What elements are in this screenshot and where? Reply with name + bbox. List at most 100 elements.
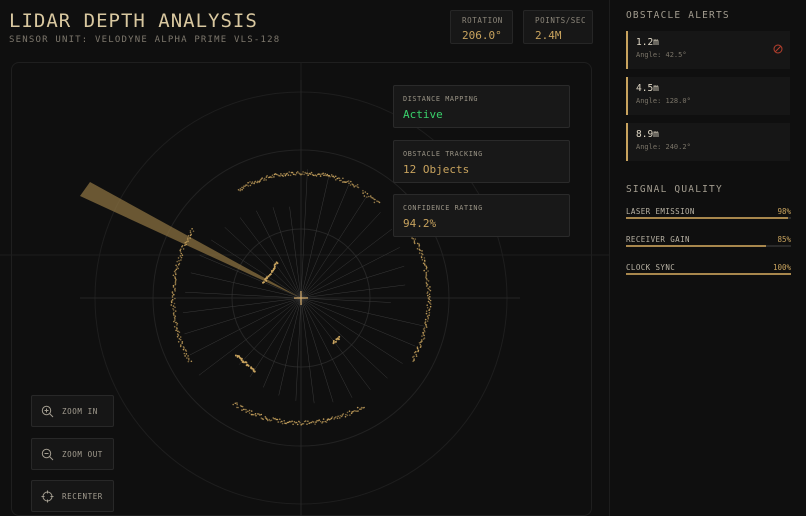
lidar-point	[187, 355, 189, 357]
lidar-point	[172, 308, 174, 310]
recenter-label: RECENTER	[62, 491, 103, 501]
lidar-point	[175, 329, 177, 332]
scan-ray	[300, 297, 353, 398]
lidar-point	[176, 260, 178, 263]
lidar-point	[339, 417, 341, 419]
lidar-point	[309, 173, 312, 175]
scan-ray	[300, 297, 315, 404]
lidar-point	[178, 338, 181, 340]
lidar-point	[421, 335, 423, 337]
lidar-point	[340, 415, 343, 418]
zoom-out-button[interactable]: ZOOM OUT	[31, 438, 114, 470]
obstacle-alerts-title: OBSTACLE ALERTS	[626, 10, 730, 21]
lidar-point	[349, 414, 351, 416]
lidar-point	[180, 259, 182, 261]
signal-row-clock-sync: CLOCK SYNC 100%	[626, 263, 791, 275]
lidar-point	[344, 415, 347, 418]
lidar-point	[180, 248, 182, 250]
lidar-point	[173, 293, 175, 296]
lidar-point	[338, 177, 341, 180]
lidar-point	[423, 257, 426, 259]
lidar-point	[186, 238, 189, 241]
lidar-point	[263, 179, 265, 181]
lidar-point	[171, 299, 174, 301]
lidar-point	[173, 320, 175, 323]
lidar-point	[345, 413, 347, 416]
lidar-point	[188, 357, 190, 360]
lidar-point	[174, 306, 176, 309]
lidar-point	[415, 355, 418, 358]
lidar-point	[426, 304, 429, 307]
lidar-point	[359, 408, 361, 411]
lidar-point	[265, 417, 267, 420]
lidar-point	[416, 242, 419, 245]
lidar-point	[279, 421, 282, 423]
lidar-point	[179, 336, 182, 338]
card-value: 12 Objects	[403, 163, 470, 176]
lidar-point	[294, 174, 297, 176]
lidar-point	[175, 268, 178, 271]
scan-ray	[190, 272, 302, 299]
lidar-point	[248, 412, 251, 414]
lidar-point	[363, 195, 366, 197]
lidar-point	[366, 192, 369, 195]
lidar-point	[333, 176, 336, 179]
lidar-point	[368, 195, 370, 198]
zoom-in-icon	[41, 405, 54, 417]
lidar-point	[175, 264, 177, 267]
lidar-point	[303, 420, 306, 423]
scan-ray	[185, 291, 302, 299]
lidar-point	[261, 177, 264, 179]
lidar-point	[282, 175, 285, 177]
lidar-point	[413, 351, 416, 354]
lidar-point	[319, 420, 322, 423]
lidar-point	[424, 322, 426, 324]
lidar-point	[182, 348, 185, 351]
lidar-point	[170, 300, 173, 302]
alert-item[interactable]: 1.2m Angle: 42.5°	[626, 31, 790, 69]
lidar-point	[421, 250, 423, 252]
lidar-point	[174, 310, 177, 312]
lidar-point	[429, 305, 432, 308]
alert-distance: 1.2m	[636, 37, 659, 48]
lidar-point	[241, 188, 243, 191]
lidar-point	[251, 181, 254, 183]
lidar-point	[242, 187, 245, 189]
lidar-point	[362, 192, 364, 194]
lidar-point	[420, 341, 422, 343]
lidar-point	[425, 268, 428, 270]
lidar-point	[412, 356, 414, 358]
lidar-point	[239, 404, 242, 407]
lidar-point	[170, 304, 173, 306]
alert-item[interactable]: 8.9m Angle: 240.2°	[626, 123, 790, 161]
lidar-point	[421, 253, 424, 256]
lidar-point	[172, 305, 175, 307]
lidar-point	[429, 296, 431, 298]
lidar-point	[351, 411, 354, 413]
alert-angle: Angle: 240.2°	[636, 143, 691, 151]
recenter-button[interactable]: RECENTER	[31, 480, 114, 512]
lidar-point	[356, 406, 359, 409]
zoom-in-button[interactable]: ZOOM IN	[31, 395, 114, 427]
lidar-point	[347, 180, 350, 182]
alert-item[interactable]: 4.5m Angle: 128.0°	[626, 77, 790, 115]
lidar-point	[187, 237, 189, 239]
lidar-point	[275, 261, 278, 264]
lidar-point	[239, 189, 241, 192]
lidar-point	[289, 174, 292, 177]
lidar-point	[241, 186, 243, 189]
lidar-point	[332, 340, 335, 342]
lidar-point	[331, 416, 334, 418]
alert-angle: Angle: 42.5°	[636, 51, 687, 59]
lidar-point	[174, 287, 176, 290]
lidar-point	[277, 421, 280, 423]
lidar-point	[340, 179, 342, 182]
lidar-point	[176, 266, 178, 268]
lidar-point	[427, 270, 429, 272]
lidar-point	[192, 230, 195, 232]
lidar-point	[268, 418, 271, 421]
lidar-point	[307, 174, 310, 176]
lidar-point	[171, 291, 174, 293]
lidar-point	[181, 244, 184, 247]
lidar-point	[243, 361, 245, 364]
